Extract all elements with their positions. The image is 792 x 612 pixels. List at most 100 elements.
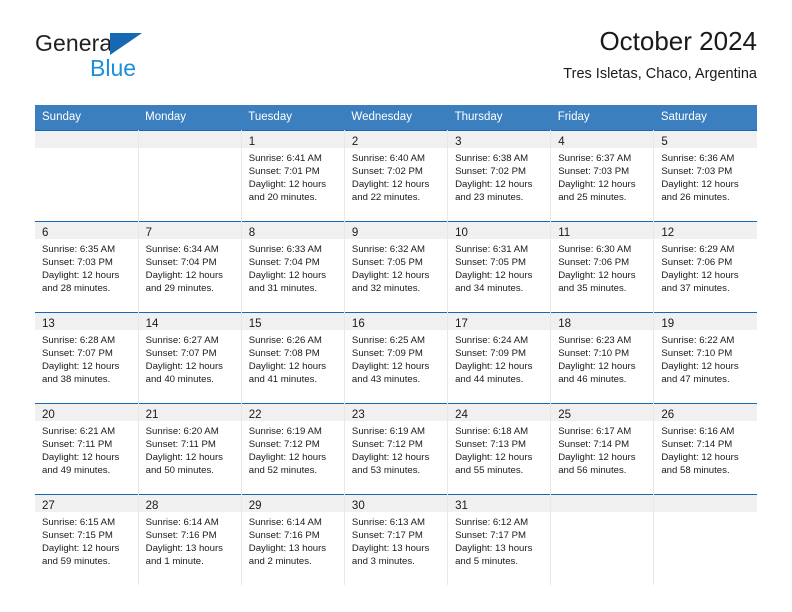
daylight-text-line2: and 3 minutes. (351, 555, 415, 567)
day-cell[interactable]: 10 Sunrise: 6:31 AM Sunset: 7:05 PM Dayl… (447, 221, 552, 313)
day-cell[interactable]: 2 Sunrise: 6:40 AM Sunset: 7:02 PM Dayli… (344, 130, 449, 222)
logo-text-blue: Blue (90, 55, 137, 81)
sunrise-text: Sunrise: 6:19 AM (351, 426, 425, 437)
daylight-text-line2: and 32 minutes. (351, 282, 421, 294)
sunrise-text: Sunrise: 6:15 AM (42, 517, 116, 528)
day-cell[interactable] (35, 130, 139, 222)
sunset-text: Sunset: 7:07 PM (42, 347, 113, 359)
daylight-text-line1: Daylight: 12 hours (248, 360, 327, 372)
sunset-text: Sunset: 7:14 PM (661, 438, 733, 450)
day-cell[interactable]: 3 Sunrise: 6:38 AM Sunset: 7:02 PM Dayli… (447, 130, 552, 222)
day-cell[interactable] (653, 494, 757, 585)
day-details: Sunrise: 6:13 AM Sunset: 7:17 PM Dayligh… (345, 512, 447, 569)
day-cell[interactable]: 7 Sunrise: 6:34 AM Sunset: 7:04 PM Dayli… (138, 221, 242, 313)
day-cell[interactable]: 5 Sunrise: 6:36 AM Sunset: 7:03 PM Dayli… (653, 130, 757, 222)
sunrise-text: Sunrise: 6:26 AM (248, 335, 322, 346)
day-cell[interactable]: 24 Sunrise: 6:18 AM Sunset: 7:13 PM Dayl… (447, 403, 552, 495)
day-details: Sunrise: 6:35 AM Sunset: 7:03 PM Dayligh… (35, 239, 138, 296)
day-number: 6 (42, 227, 49, 239)
daylight-text-line1: Daylight: 12 hours (558, 360, 636, 372)
sunset-text: Sunset: 7:16 PM (248, 529, 320, 541)
day-number: 27 (42, 500, 55, 512)
day-cell[interactable]: 12 Sunrise: 6:29 AM Sunset: 7:06 PM Dayl… (653, 221, 757, 313)
day-details: Sunrise: 6:32 AM Sunset: 7:05 PM Dayligh… (345, 239, 447, 296)
daylight-text-line2: and 26 minutes. (661, 191, 730, 203)
day-cell[interactable]: 18 Sunrise: 6:23 AM Sunset: 7:10 PM Dayl… (550, 312, 655, 404)
day-cell[interactable]: 27 Sunrise: 6:15 AM Sunset: 7:15 PM Dayl… (35, 494, 139, 585)
day-number: 25 (558, 409, 571, 421)
general-blue-logo[interactable]: General Blue (35, 30, 275, 90)
sunrise-text: Sunrise: 6:12 AM (455, 517, 529, 528)
daylight-text-line1: Daylight: 12 hours (661, 451, 739, 463)
day-cell[interactable]: 6 Sunrise: 6:35 AM Sunset: 7:03 PM Dayli… (35, 221, 139, 313)
day-cell[interactable]: 13 Sunrise: 6:28 AM Sunset: 7:07 PM Dayl… (35, 312, 139, 404)
daylight-text-line1: Daylight: 12 hours (248, 178, 327, 190)
day-cell[interactable]: 28 Sunrise: 6:14 AM Sunset: 7:16 PM Dayl… (138, 494, 242, 585)
day-cell[interactable]: 11 Sunrise: 6:30 AM Sunset: 7:06 PM Dayl… (550, 221, 655, 313)
sunrise-text: Sunrise: 6:18 AM (455, 426, 529, 437)
day-number-band: 9 (344, 222, 448, 239)
day-number: 20 (42, 409, 55, 421)
sunset-text: Sunset: 7:03 PM (42, 256, 113, 268)
daylight-text-line2: and 2 minutes. (248, 555, 312, 567)
day-number-band: 10 (448, 222, 551, 239)
day-cell[interactable]: 29 Sunrise: 6:14 AM Sunset: 7:16 PM Dayl… (241, 494, 345, 585)
daylight-text-line1: Daylight: 13 hours (145, 542, 223, 554)
sunrise-text: Sunrise: 6:30 AM (558, 244, 632, 255)
daylight-text-line2: and 20 minutes. (248, 191, 318, 203)
sunrise-text: Sunrise: 6:34 AM (145, 244, 219, 255)
sunset-text: Sunset: 7:06 PM (661, 256, 733, 268)
day-details: Sunrise: 6:26 AM Sunset: 7:08 PM Dayligh… (242, 330, 344, 387)
day-details (35, 148, 138, 153)
day-cell[interactable]: 14 Sunrise: 6:27 AM Sunset: 7:07 PM Dayl… (138, 312, 242, 404)
day-cell[interactable]: 25 Sunrise: 6:17 AM Sunset: 7:14 PM Dayl… (550, 403, 655, 495)
day-cell[interactable]: 30 Sunrise: 6:13 AM Sunset: 7:17 PM Dayl… (344, 494, 449, 585)
sunrise-text: Sunrise: 6:23 AM (558, 335, 632, 346)
sunrise-text: Sunrise: 6:37 AM (558, 153, 632, 164)
day-cell[interactable]: 16 Sunrise: 6:25 AM Sunset: 7:09 PM Dayl… (344, 312, 449, 404)
day-cell[interactable] (550, 494, 655, 585)
day-number-band: 15 (241, 313, 344, 330)
day-cell[interactable]: 9 Sunrise: 6:32 AM Sunset: 7:05 PM Dayli… (344, 221, 449, 313)
daylight-text-line1: Daylight: 13 hours (455, 542, 533, 554)
day-details (654, 512, 757, 517)
day-cell[interactable]: 4 Sunrise: 6:37 AM Sunset: 7:03 PM Dayli… (550, 130, 655, 222)
day-details: Sunrise: 6:20 AM Sunset: 7:11 PM Dayligh… (139, 421, 241, 478)
day-number-band: 17 (448, 313, 551, 330)
day-cell[interactable]: 1 Sunrise: 6:41 AM Sunset: 7:01 PM Dayli… (241, 130, 345, 222)
day-cell[interactable]: 8 Sunrise: 6:33 AM Sunset: 7:04 PM Dayli… (241, 221, 345, 313)
day-number-band: 23 (344, 404, 448, 421)
day-cell[interactable] (138, 130, 242, 222)
sunset-text: Sunset: 7:17 PM (455, 529, 526, 541)
day-number: 19 (661, 318, 675, 330)
day-cell[interactable]: 15 Sunrise: 6:26 AM Sunset: 7:08 PM Dayl… (241, 312, 345, 404)
day-cell[interactable]: 21 Sunrise: 6:20 AM Sunset: 7:11 PM Dayl… (138, 403, 242, 495)
daylight-text-line2: and 43 minutes. (351, 373, 421, 385)
sunset-text: Sunset: 7:05 PM (351, 256, 423, 268)
day-number: 17 (455, 318, 468, 330)
day-number: 10 (455, 227, 468, 239)
day-details (551, 512, 653, 517)
day-details: Sunrise: 6:22 AM Sunset: 7:10 PM Dayligh… (654, 330, 757, 387)
day-number: 7 (145, 227, 153, 239)
daylight-text-line2: and 52 minutes. (248, 464, 318, 476)
day-cell[interactable]: 20 Sunrise: 6:21 AM Sunset: 7:11 PM Dayl… (35, 403, 139, 495)
day-number: 16 (351, 318, 365, 330)
day-cell[interactable]: 26 Sunrise: 6:16 AM Sunset: 7:14 PM Dayl… (653, 403, 757, 495)
day-number-band: 19 (654, 313, 757, 330)
day-number-band (35, 131, 138, 148)
daylight-text-line2: and 34 minutes. (455, 282, 524, 294)
day-number-band: 2 (344, 131, 448, 148)
day-cell[interactable]: 23 Sunrise: 6:19 AM Sunset: 7:12 PM Dayl… (344, 403, 449, 495)
day-cell[interactable]: 19 Sunrise: 6:22 AM Sunset: 7:10 PM Dayl… (653, 312, 757, 404)
day-cell[interactable]: 17 Sunrise: 6:24 AM Sunset: 7:09 PM Dayl… (447, 312, 552, 404)
day-cell[interactable]: 22 Sunrise: 6:19 AM Sunset: 7:12 PM Dayl… (241, 403, 345, 495)
calendar-body: 1 Sunrise: 6:41 AM Sunset: 7:01 PM Dayli… (35, 130, 757, 585)
day-details: Sunrise: 6:28 AM Sunset: 7:07 PM Dayligh… (35, 330, 138, 387)
day-details: Sunrise: 6:36 AM Sunset: 7:03 PM Dayligh… (654, 148, 757, 205)
logo-text-general: General (35, 30, 118, 56)
daylight-text-line1: Daylight: 12 hours (42, 269, 120, 281)
daylight-text-line2: and 41 minutes. (248, 373, 318, 385)
sunrise-text: Sunrise: 6:28 AM (42, 335, 116, 346)
day-cell[interactable]: 31 Sunrise: 6:12 AM Sunset: 7:17 PM Dayl… (447, 494, 552, 585)
